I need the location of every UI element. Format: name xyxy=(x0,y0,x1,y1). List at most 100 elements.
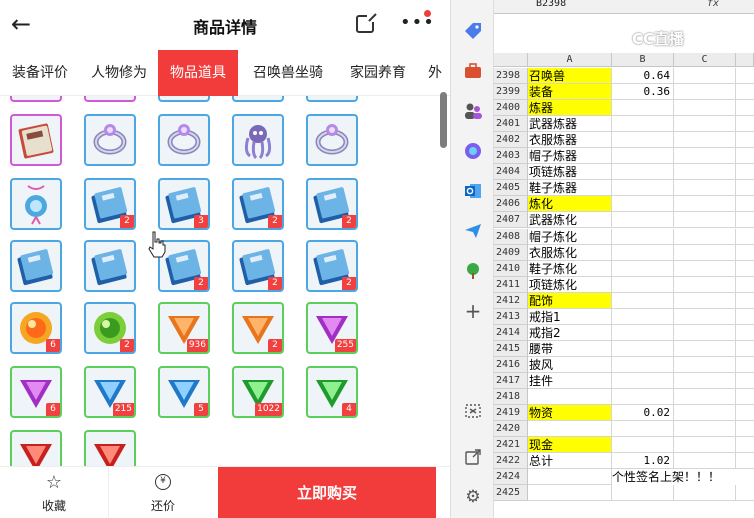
cell-c[interactable] xyxy=(674,228,736,245)
item-cell[interactable] xyxy=(10,178,62,230)
cell-c[interactable] xyxy=(674,116,736,133)
row-number[interactable]: 2401 xyxy=(494,116,528,133)
cell-d[interactable] xyxy=(736,309,754,325)
cell-d[interactable] xyxy=(736,180,754,197)
cell-d[interactable] xyxy=(736,164,754,181)
column-header-b[interactable]: B xyxy=(612,53,674,67)
item-cell[interactable] xyxy=(10,240,62,292)
cell-c[interactable] xyxy=(674,68,736,84)
cell-c[interactable] xyxy=(674,164,736,181)
share-icon[interactable] xyxy=(356,13,377,33)
cell-a[interactable]: 总计 xyxy=(528,453,612,470)
cell-a[interactable]: 武器炼器 xyxy=(528,116,612,133)
cell-c[interactable] xyxy=(674,389,736,405)
cell-a[interactable]: 炼器 xyxy=(528,100,612,117)
tab-3[interactable]: 召唤兽坐骑 xyxy=(240,50,336,96)
cell-b[interactable] xyxy=(612,212,674,229)
row-number[interactable]: 2419 xyxy=(494,405,528,422)
cell-b[interactable] xyxy=(612,308,674,325)
cell-d[interactable] xyxy=(736,453,754,470)
item-cell[interactable]: 3 xyxy=(158,178,210,230)
item-cell-partial[interactable] xyxy=(84,96,136,102)
cell-c[interactable] xyxy=(674,340,736,357)
item-cell[interactable]: 255 xyxy=(306,302,358,354)
buy-now-button[interactable]: 立即购买 xyxy=(218,467,436,518)
cell-a[interactable]: 项链炼化 xyxy=(528,276,612,293)
open-external-icon[interactable] xyxy=(462,446,484,468)
cell-c[interactable] xyxy=(674,292,736,309)
row-number[interactable]: 2424 xyxy=(494,469,528,486)
cell-d[interactable] xyxy=(736,357,754,373)
bargain-button[interactable]: ¥ 还价 xyxy=(108,467,216,518)
cell-d[interactable] xyxy=(736,437,754,454)
cell-a[interactable]: 帽子炼器 xyxy=(528,148,612,165)
item-cell[interactable] xyxy=(306,114,358,166)
cell-b[interactable]: 0.64 xyxy=(612,68,674,84)
row-number[interactable]: 2400 xyxy=(494,100,528,117)
cell-c[interactable] xyxy=(674,100,736,117)
cell-d[interactable] xyxy=(736,148,754,165)
row-number[interactable]: 2418 xyxy=(494,389,528,405)
tree-icon[interactable] xyxy=(462,260,484,282)
item-cell[interactable]: 2 xyxy=(84,178,136,230)
cell-b[interactable] xyxy=(612,292,674,309)
cell-c[interactable] xyxy=(674,148,736,165)
cell-c[interactable] xyxy=(674,276,736,293)
cell-c[interactable] xyxy=(674,356,736,373)
item-cell-partial[interactable] xyxy=(232,96,284,102)
cell-b[interactable]: 0.36 xyxy=(612,84,674,101)
cell-c[interactable] xyxy=(674,84,736,101)
cell-c[interactable] xyxy=(674,180,736,197)
cell-a[interactable]: 物资 xyxy=(528,405,612,422)
briefcase-icon[interactable] xyxy=(462,60,484,82)
column-header-a[interactable]: A xyxy=(528,53,612,67)
cell-b[interactable] xyxy=(612,372,674,389)
item-cell[interactable] xyxy=(84,430,136,466)
cell-c[interactable] xyxy=(674,260,736,277)
tab-1[interactable]: 人物修为 xyxy=(80,50,158,96)
cell-d[interactable] xyxy=(736,196,754,213)
cell-d[interactable] xyxy=(736,68,754,84)
row-number[interactable]: 2402 xyxy=(494,132,528,149)
row-number[interactable]: 2407 xyxy=(494,212,528,229)
cell-d[interactable] xyxy=(736,84,754,101)
cell-b[interactable] xyxy=(612,356,674,373)
cell-c[interactable] xyxy=(674,421,736,438)
cell-b[interactable] xyxy=(612,244,674,261)
cell-b[interactable] xyxy=(612,276,674,293)
row-number[interactable]: 2425 xyxy=(494,485,528,502)
cell-b[interactable] xyxy=(612,260,674,277)
cell-b[interactable] xyxy=(612,164,674,181)
cell-a[interactable]: 衣服炼器 xyxy=(528,132,612,149)
cell-c[interactable] xyxy=(674,212,736,229)
cell-reference[interactable]: B2398 xyxy=(536,0,566,9)
cell-a[interactable]: 腰带 xyxy=(528,340,612,357)
cell-a[interactable]: 鞋子炼化 xyxy=(528,260,612,277)
cell-d[interactable] xyxy=(736,341,754,357)
cell-b[interactable] xyxy=(612,437,674,454)
cell-a[interactable]: 召唤兽 xyxy=(528,68,612,84)
cell-c[interactable] xyxy=(674,308,736,325)
cell-d[interactable] xyxy=(736,373,754,389)
cell-d[interactable] xyxy=(736,100,754,117)
plus-icon[interactable]: + xyxy=(462,300,484,322)
cell-a[interactable] xyxy=(528,421,612,438)
column-header-c[interactable]: C xyxy=(674,53,736,67)
fx-label[interactable]: fx xyxy=(707,0,719,9)
cell-b[interactable] xyxy=(612,148,674,165)
tab-4[interactable]: 家园养育 xyxy=(336,50,420,96)
cell-b[interactable] xyxy=(612,180,674,197)
cell-d[interactable] xyxy=(736,485,754,502)
item-cell[interactable]: 2 xyxy=(306,178,358,230)
tab-0[interactable]: 装备评价 xyxy=(0,50,80,96)
cell-b[interactable] xyxy=(612,389,674,405)
item-cell[interactable] xyxy=(10,430,62,466)
cell-b-merged[interactable]: 个性签名上架！！！ xyxy=(612,469,754,485)
item-cell[interactable]: 5 xyxy=(158,366,210,418)
outlook-icon[interactable] xyxy=(462,180,484,202)
cell-b[interactable] xyxy=(612,485,674,502)
send-icon[interactable] xyxy=(462,220,484,242)
cell-b[interactable]: 0.02 xyxy=(612,405,674,422)
item-cell[interactable]: 6 xyxy=(10,302,62,354)
favorite-button[interactable]: ☆ 收藏 xyxy=(0,467,108,518)
